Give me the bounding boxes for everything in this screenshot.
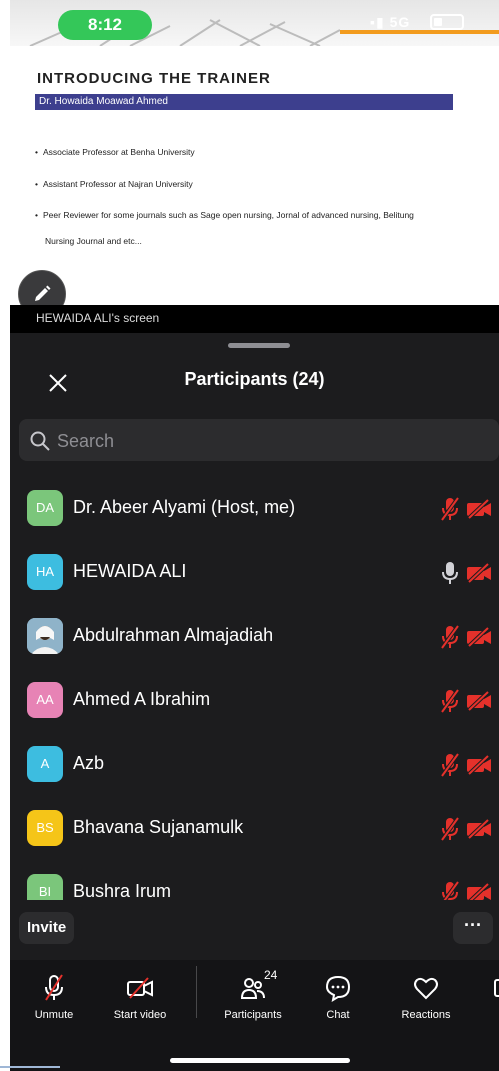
home-indicator[interactable] — [170, 1058, 350, 1063]
participant-name: Azb — [73, 753, 105, 773]
shared-screen-label: HEWAIDA ALI's screen — [10, 305, 499, 333]
mic-muted-icon — [440, 624, 460, 650]
toolbar-divider — [196, 966, 197, 1018]
reactions-button[interactable]: Reactions — [394, 974, 458, 1021]
video-off-icon — [467, 691, 491, 711]
video-off-icon — [127, 977, 153, 999]
signal-icon: ▪▮ — [370, 14, 385, 30]
avatar: BS — [27, 810, 63, 846]
shared-slide: 8:12 ▪▮ 5G INTRODUCING THE TRAINER Dr. H… — [10, 0, 499, 305]
reactions-label: Reactions — [401, 1009, 451, 1021]
share-button-partial[interactable] — [488, 974, 499, 1005]
chat-label: Chat — [326, 1009, 350, 1021]
participant-row[interactable]: HA HEWAIDA ALI — [10, 554, 499, 618]
video-off-icon — [467, 819, 491, 839]
participant-row[interactable]: A Azb — [10, 746, 499, 810]
edge-line — [0, 1066, 60, 1068]
mic-muted-icon — [440, 816, 460, 842]
slide-title: INTRODUCING THE TRAINER — [37, 70, 271, 87]
sheet-drag-handle[interactable] — [228, 343, 290, 348]
avatar: HA — [27, 554, 63, 590]
status-signal: ▪▮ 5G — [370, 14, 410, 31]
start-video-button[interactable]: Start video — [104, 974, 176, 1021]
slide-accent-line — [340, 30, 499, 34]
network-type: 5G — [389, 14, 411, 30]
mic-muted-icon — [440, 688, 460, 714]
slide-bullet: • Associate Professor at Benha University — [35, 147, 195, 157]
unmute-button[interactable]: Unmute — [24, 974, 84, 1021]
pencil-icon — [35, 285, 51, 301]
avatar: A — [27, 746, 63, 782]
participants-button[interactable]: 24 Participants — [214, 968, 292, 1021]
search-bar[interactable] — [19, 419, 499, 463]
phone-screen: 8:12 ▪▮ 5G INTRODUCING THE TRAINER Dr. H… — [10, 0, 499, 1071]
unmute-label: Unmute — [34, 1009, 74, 1021]
slide-bullet-continuation: Nursing Journal and etc... — [45, 236, 142, 246]
invite-button[interactable]: Invite — [19, 912, 75, 944]
participants-count-badge: 24 — [264, 968, 278, 982]
video-off-icon — [467, 499, 491, 519]
avatar: DA — [27, 490, 63, 526]
participant-name: Ahmed A Ibrahim — [73, 689, 211, 709]
participant-name: Bhavana Sujanamulk — [73, 817, 244, 837]
start-video-label: Start video — [113, 1009, 167, 1021]
video-off-icon — [467, 755, 491, 775]
participants-icon — [240, 978, 265, 999]
mic-icon — [442, 562, 458, 584]
meeting-toolbar: Unmute Start video 24 Participants Chat … — [10, 960, 499, 1071]
avatar-photo — [27, 618, 63, 654]
video-off-icon — [467, 563, 491, 583]
mic-muted-icon — [440, 752, 460, 778]
participants-title: Participants (24) — [184, 369, 325, 389]
slide-subtitle: Dr. Howaida Moawad Ahmed — [35, 94, 453, 110]
share-icon — [494, 979, 499, 997]
participant-row[interactable]: Abdulrahman Almajadiah — [10, 618, 499, 682]
slide-bullet: • Peer Reviewer for some journals such as… — [35, 210, 414, 220]
actions-bar — [10, 900, 499, 960]
avatar: AA — [27, 682, 63, 718]
slide-bullet: • Assistant Professor at Najran Universit… — [35, 179, 193, 189]
search-input[interactable] — [55, 419, 459, 463]
search-icon — [30, 431, 50, 451]
participants-label: Participants — [224, 1009, 282, 1021]
mic-muted-icon — [440, 496, 460, 522]
participant-name: Dr. Abeer Alyami (Host, me) — [73, 497, 296, 517]
status-time: 8:12 — [58, 10, 152, 40]
participant-row[interactable]: DA Dr. Abeer Alyami (Host, me) — [10, 490, 499, 554]
chat-icon — [325, 975, 351, 1003]
participant-row[interactable]: AA Ahmed A Ibrahim — [10, 682, 499, 746]
heart-icon — [414, 977, 438, 1000]
participant-name: HEWAIDA ALI — [73, 561, 187, 581]
mic-muted-icon — [45, 974, 63, 1001]
chat-button[interactable]: Chat — [316, 974, 360, 1021]
battery-icon — [430, 14, 464, 30]
participant-row[interactable]: BS Bhavana Sujanamulk — [10, 810, 499, 874]
video-off-icon — [467, 627, 491, 647]
more-options-button[interactable]: ··· — [453, 912, 493, 944]
annotate-pen-button[interactable] — [18, 270, 66, 305]
participant-name: Bushra Irum — [73, 881, 172, 901]
participant-name: Abdulrahman Almajadiah — [73, 625, 274, 645]
person-photo-icon — [27, 618, 63, 654]
